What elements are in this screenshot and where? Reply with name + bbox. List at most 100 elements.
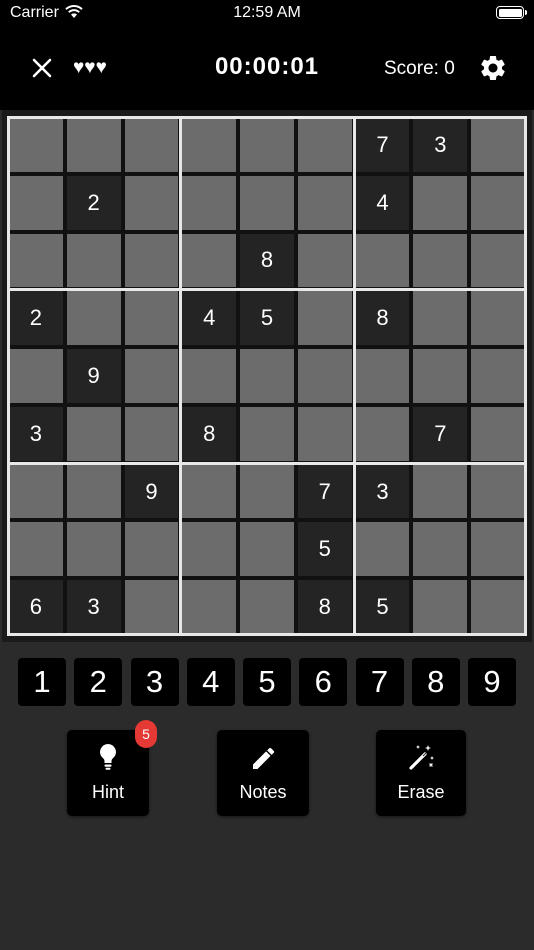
board-cell[interactable]: 3 xyxy=(7,404,65,463)
board-cell[interactable]: 4 xyxy=(180,289,239,348)
board-cell[interactable] xyxy=(7,347,65,405)
board-cell[interactable]: 5 xyxy=(295,520,354,579)
board-cell[interactable]: 8 xyxy=(353,289,412,348)
board-cell[interactable] xyxy=(238,347,296,405)
board-cell[interactable] xyxy=(238,520,296,579)
number-button[interactable]: 2 xyxy=(74,658,123,706)
board-cell[interactable] xyxy=(180,116,239,174)
board-cell[interactable] xyxy=(469,404,527,463)
board-cell[interactable] xyxy=(295,116,354,174)
board-cell[interactable] xyxy=(411,347,470,405)
board-cell[interactable]: 8 xyxy=(295,578,354,636)
board-cell[interactable] xyxy=(180,578,239,636)
erase-button[interactable]: Erase xyxy=(376,730,466,816)
board-cell[interactable] xyxy=(469,578,527,636)
board-cell[interactable]: 2 xyxy=(64,173,123,232)
board-cell[interactable] xyxy=(238,173,296,232)
notes-label: Notes xyxy=(239,782,287,802)
board-cell[interactable] xyxy=(411,173,470,232)
board-cell[interactable] xyxy=(180,173,239,232)
settings-button[interactable] xyxy=(478,53,508,83)
board-cell[interactable] xyxy=(180,462,239,521)
board-cell[interactable] xyxy=(7,520,65,579)
board-cell[interactable] xyxy=(7,116,65,174)
board-cell[interactable]: 8 xyxy=(180,404,239,463)
board-cell[interactable]: 3 xyxy=(64,578,123,636)
number-button[interactable]: 6 xyxy=(299,658,348,706)
board-cell[interactable] xyxy=(122,289,181,348)
score-label: Score: 0 xyxy=(384,58,455,79)
board-cell[interactable]: 6 xyxy=(7,578,65,636)
board-cell[interactable] xyxy=(122,520,181,579)
board-cell[interactable] xyxy=(64,404,123,463)
board-cell[interactable] xyxy=(469,462,527,521)
notes-button[interactable]: Notes xyxy=(217,730,309,816)
number-button[interactable]: 7 xyxy=(355,658,404,706)
board-cell[interactable] xyxy=(180,347,239,405)
board-cell[interactable] xyxy=(469,520,527,579)
board-cell[interactable] xyxy=(295,289,354,348)
board-cell[interactable] xyxy=(411,289,470,348)
board-cell[interactable]: 3 xyxy=(411,116,470,174)
board-cell[interactable]: 2 xyxy=(7,289,65,348)
board-cell[interactable] xyxy=(64,462,123,521)
board-cell[interactable] xyxy=(353,520,412,579)
board-cell[interactable] xyxy=(64,289,123,348)
number-button[interactable]: 3 xyxy=(130,658,179,706)
board-cell[interactable]: 9 xyxy=(122,462,181,521)
board-cell[interactable] xyxy=(122,347,181,405)
board-cell[interactable] xyxy=(64,520,123,579)
battery-icon xyxy=(496,6,527,19)
board-cell[interactable] xyxy=(180,231,239,290)
board-cell[interactable]: 9 xyxy=(64,347,123,405)
board-cell[interactable] xyxy=(469,347,527,405)
board-cell[interactable] xyxy=(411,462,470,521)
board-cell[interactable]: 5 xyxy=(353,578,412,636)
board-cell[interactable] xyxy=(353,231,412,290)
board-cell[interactable] xyxy=(122,578,181,636)
board-cell[interactable] xyxy=(180,520,239,579)
number-button[interactable]: 8 xyxy=(411,658,460,706)
board-cell[interactable]: 3 xyxy=(353,462,412,521)
board-cell[interactable] xyxy=(7,462,65,521)
number-button[interactable]: 5 xyxy=(243,658,291,706)
board-cell[interactable] xyxy=(353,404,412,463)
board-cell[interactable] xyxy=(469,231,527,290)
number-button[interactable]: 1 xyxy=(18,658,66,706)
sudoku-board: 732482458938797356385 xyxy=(7,116,527,636)
number-button[interactable]: 9 xyxy=(468,658,516,706)
board-cell[interactable]: 4 xyxy=(353,173,412,232)
board-cell[interactable] xyxy=(295,404,354,463)
board-cell[interactable] xyxy=(295,231,354,290)
board-cell[interactable] xyxy=(7,231,65,290)
board-cell[interactable] xyxy=(64,116,123,174)
board-cell[interactable] xyxy=(7,173,65,232)
hint-label: Hint xyxy=(91,782,124,802)
board-cell[interactable]: 7 xyxy=(353,116,412,174)
board-cell[interactable] xyxy=(238,578,296,636)
board-cell[interactable] xyxy=(411,520,470,579)
number-button[interactable]: 4 xyxy=(186,658,235,706)
board-cell[interactable] xyxy=(469,116,527,174)
board-cell[interactable] xyxy=(353,347,412,405)
number-pad: 123456789 xyxy=(18,658,516,706)
board-cell[interactable] xyxy=(295,347,354,405)
board-cell[interactable] xyxy=(469,289,527,348)
board-cell[interactable]: 5 xyxy=(238,289,296,348)
gear-icon xyxy=(481,55,505,80)
board-cell[interactable] xyxy=(238,462,296,521)
board-cell[interactable] xyxy=(122,116,181,174)
board-cell[interactable]: 7 xyxy=(411,404,470,463)
board-cell[interactable]: 7 xyxy=(295,462,354,521)
board-cell[interactable]: 8 xyxy=(238,231,296,290)
board-cell[interactable] xyxy=(122,404,181,463)
board-cell[interactable] xyxy=(122,173,181,232)
board-cell[interactable] xyxy=(411,578,470,636)
board-cell[interactable] xyxy=(238,404,296,463)
board-cell[interactable] xyxy=(411,231,470,290)
board-cell[interactable] xyxy=(64,231,123,290)
board-cell[interactable] xyxy=(238,116,296,174)
board-cell[interactable] xyxy=(469,173,527,232)
board-cell[interactable] xyxy=(295,173,354,232)
board-cell[interactable] xyxy=(122,231,181,290)
